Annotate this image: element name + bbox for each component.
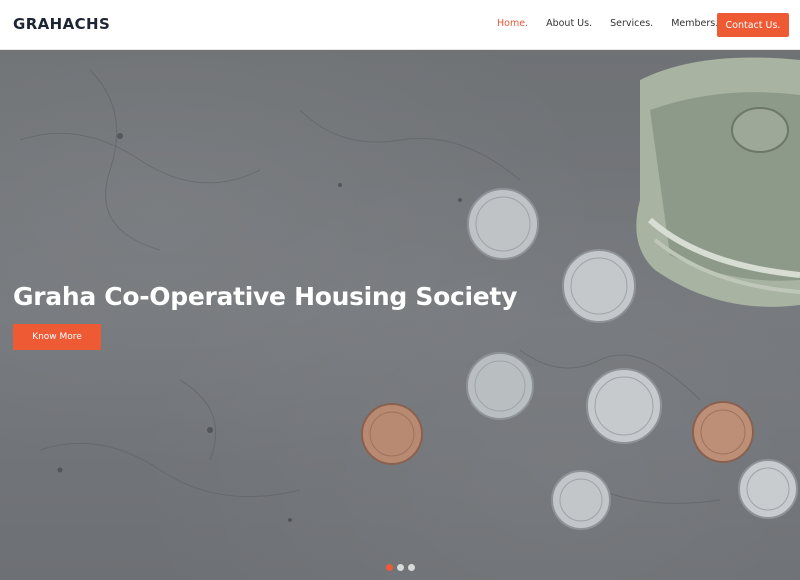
slider-dot-2[interactable] [397,564,404,571]
slider-dot-3[interactable] [408,564,415,571]
slider-pagination [386,564,415,571]
navbar: GRAHACHS Home. About Us. Services. Membe… [0,0,800,50]
site-logo[interactable]: GRAHACHS [13,15,110,33]
nav-link-members[interactable]: Members. [671,18,718,29]
nav-link-about[interactable]: About Us. [546,18,592,29]
contact-us-button[interactable]: Contact Us. [717,13,789,37]
nav-link-services[interactable]: Services. [610,18,653,29]
hero-slider: Graha Co-Operative Housing Society Know … [0,50,800,580]
nav-link-home[interactable]: Home. [497,18,528,29]
slider-dot-1[interactable] [386,564,393,571]
know-more-button[interactable]: Know More [13,324,101,350]
dollar-roll-graphic [636,57,800,307]
hero-background-image [19,57,800,530]
hero-title: Graha Co-Operative Housing Society [13,282,518,311]
main-nav: Home. About Us. Services. Members. [497,18,736,29]
